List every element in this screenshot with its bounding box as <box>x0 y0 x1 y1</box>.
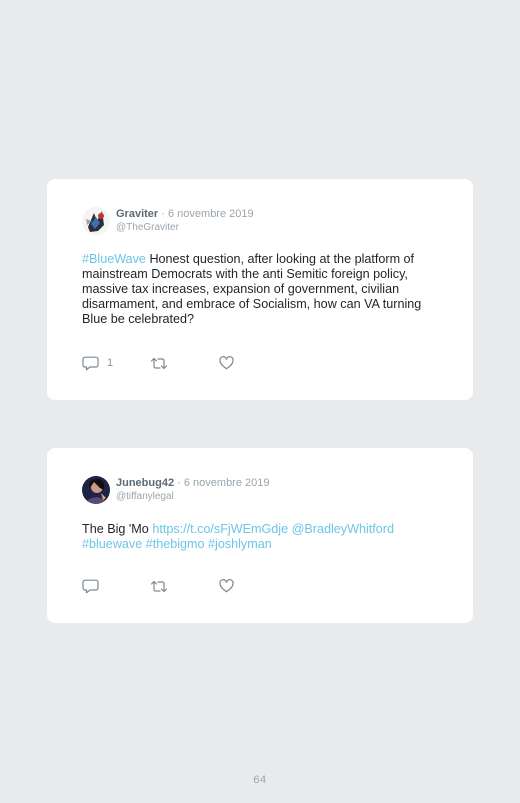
display-name[interactable]: Junebug42 <box>116 477 174 489</box>
heart-icon <box>219 356 234 370</box>
separator: · <box>177 477 181 489</box>
tweet-date[interactable]: 6 novembre 2019 <box>168 208 254 220</box>
reply-icon <box>82 579 99 594</box>
tweet-date[interactable]: 6 novembre 2019 <box>184 477 270 489</box>
tweet-card: Graviter · 6 novembre 2019 @TheGraviter … <box>47 179 473 400</box>
tweet-text: The Big 'Mo https://t.co/sFjWEmGdje @Bra… <box>82 522 441 552</box>
avatar[interactable] <box>82 476 110 504</box>
like-button[interactable] <box>219 356 234 370</box>
tweet-text: #BlueWave Honest question, after looking… <box>82 252 441 327</box>
tweet-card: Junebug42 · 6 novembre 2019 @tiffanylega… <box>47 448 473 623</box>
avatar[interactable] <box>82 207 110 235</box>
tweet-body: The Big 'Mo <box>82 522 149 536</box>
reply-button[interactable] <box>82 356 99 371</box>
reply-icon <box>82 356 99 371</box>
retweet-icon <box>150 357 168 370</box>
hashtag-link[interactable]: #thebigmo <box>146 537 205 551</box>
url-link[interactable]: https://t.co/sFjWEmGdje <box>152 522 288 536</box>
like-button[interactable] <box>219 579 234 593</box>
display-name[interactable]: Graviter <box>116 208 158 220</box>
hashtag-link[interactable]: #joshlyman <box>208 537 272 551</box>
separator: · <box>161 208 165 220</box>
user-handle[interactable]: @tiffanylegal <box>116 490 270 503</box>
hashtag-link[interactable]: #BlueWave <box>82 252 146 266</box>
hashtag-link[interactable]: #bluewave <box>82 537 142 551</box>
page-number: 64 <box>253 774 267 786</box>
mention-link[interactable]: @BradleyWhitford <box>292 522 394 536</box>
heart-icon <box>219 579 234 593</box>
retweet-icon <box>150 580 168 593</box>
reply-count: 1 <box>107 357 114 369</box>
retweet-button[interactable] <box>150 580 168 593</box>
retweet-button[interactable] <box>150 357 168 370</box>
reply-button[interactable] <box>82 579 99 594</box>
user-handle[interactable]: @TheGraviter <box>116 221 254 234</box>
